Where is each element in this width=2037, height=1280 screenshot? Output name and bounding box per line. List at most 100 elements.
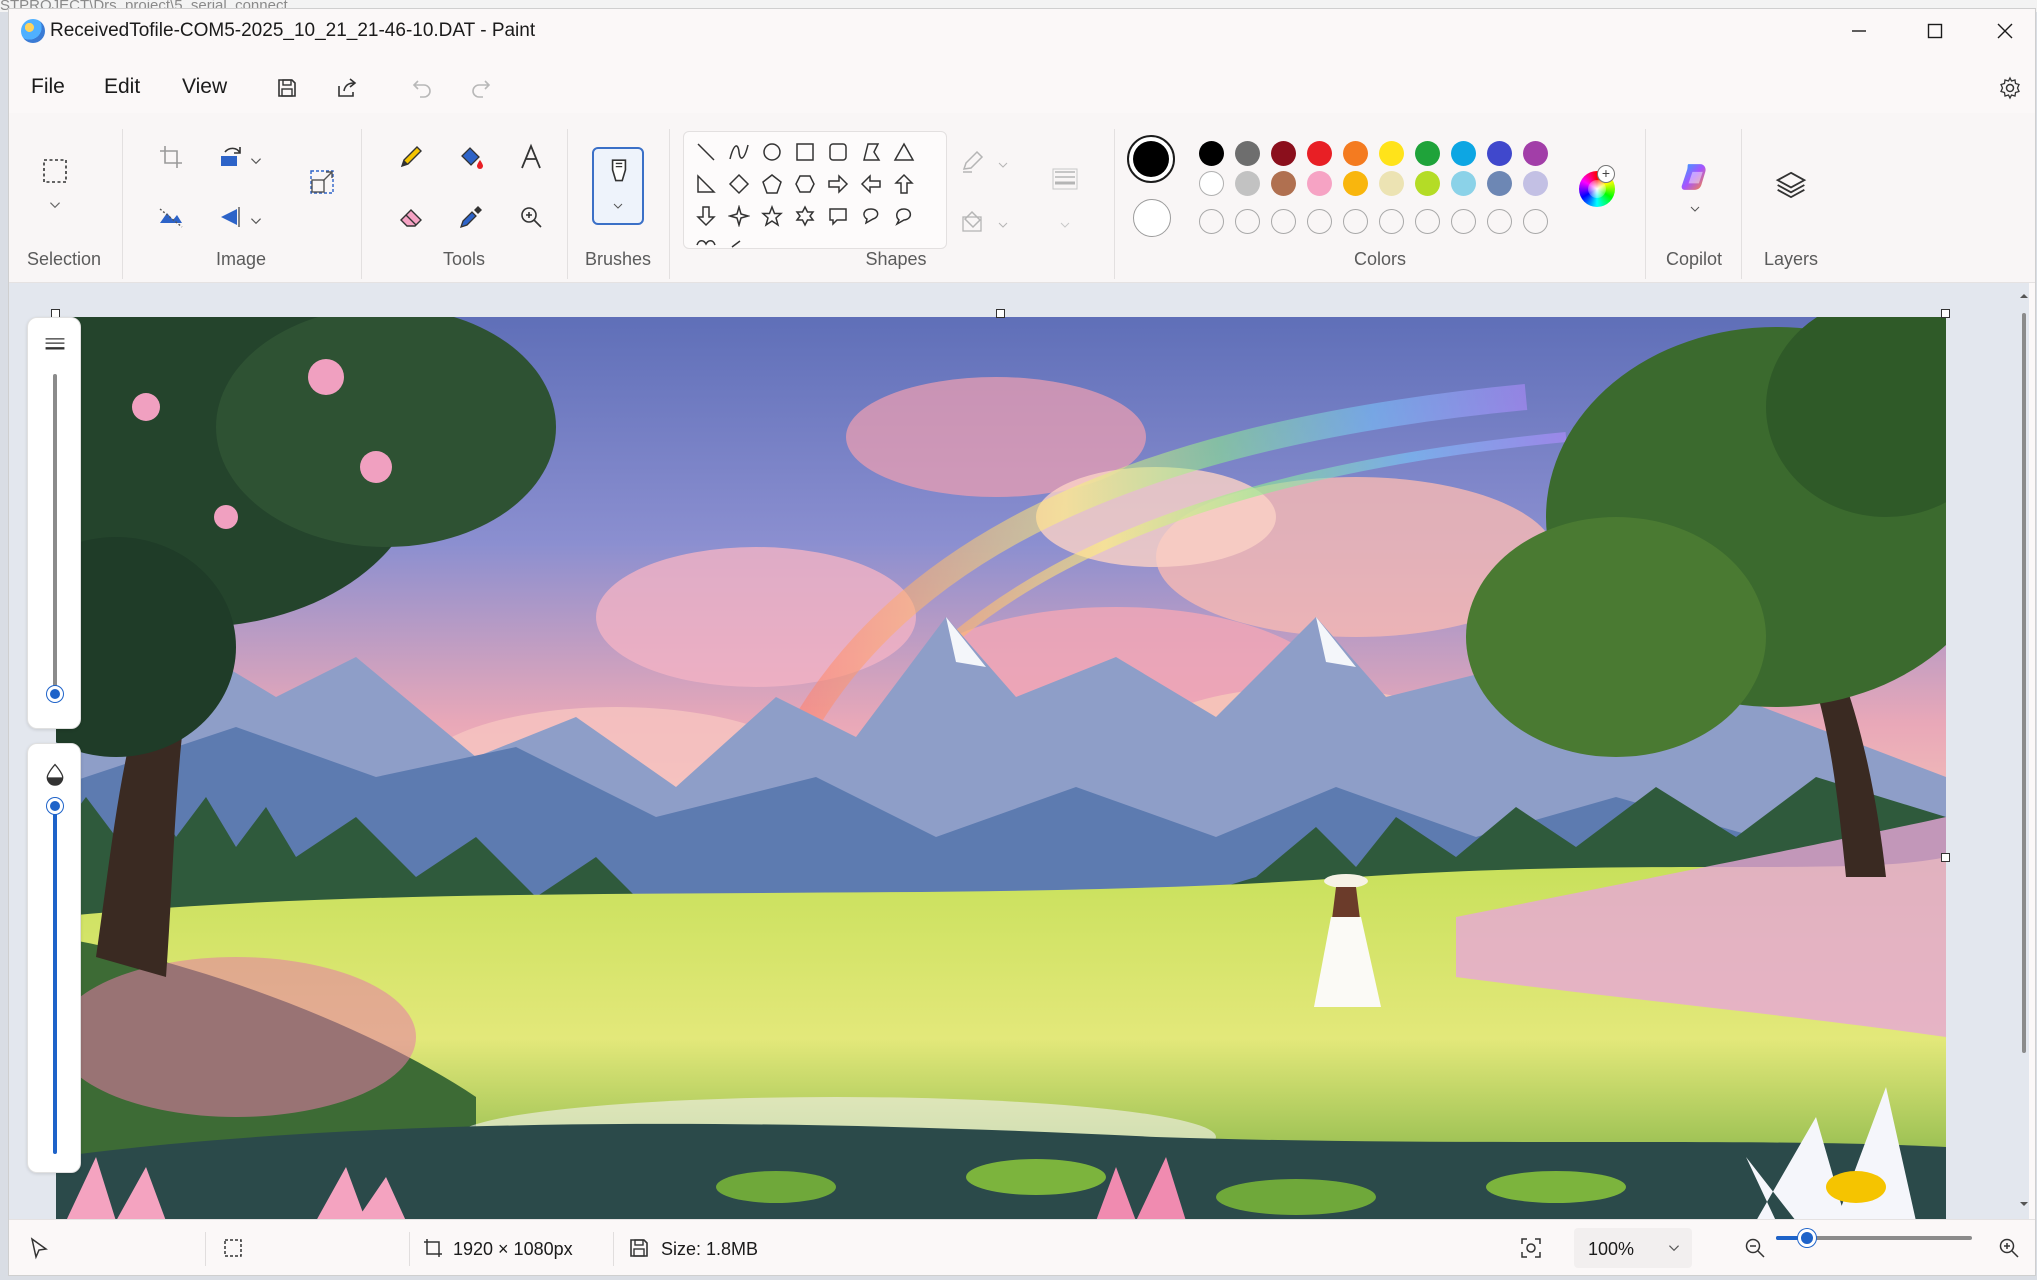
resize-button[interactable] bbox=[299, 159, 345, 205]
shape-oval[interactable] bbox=[758, 138, 786, 166]
palette-row2-swatch-6[interactable] bbox=[1379, 171, 1404, 196]
shape-right-triangle[interactable] bbox=[692, 170, 720, 198]
selection-dropdown[interactable] bbox=[39, 193, 71, 217]
share-button[interactable] bbox=[332, 73, 362, 103]
custom-color-slot-5[interactable] bbox=[1343, 209, 1368, 234]
crop-button[interactable] bbox=[151, 137, 191, 177]
rotate-dropdown[interactable] bbox=[243, 141, 269, 181]
layers-button[interactable] bbox=[1769, 163, 1813, 207]
primary-color-swatch[interactable] bbox=[1127, 135, 1175, 183]
custom-color-slot-6[interactable] bbox=[1379, 209, 1404, 234]
drawing-canvas[interactable] bbox=[56, 317, 1946, 1221]
custom-color-slot-8[interactable] bbox=[1451, 209, 1476, 234]
palette-row2-swatch-9[interactable] bbox=[1487, 171, 1512, 196]
custom-color-slot-4[interactable] bbox=[1307, 209, 1332, 234]
palette-row2-swatch-3[interactable] bbox=[1271, 171, 1296, 196]
shape-right-arrow[interactable] bbox=[824, 170, 852, 198]
shape-lightning[interactable] bbox=[725, 232, 753, 248]
palette-row2-swatch-7[interactable] bbox=[1415, 171, 1440, 196]
shape-oval-callout[interactable] bbox=[857, 202, 885, 230]
copilot-button[interactable] bbox=[1673, 155, 1717, 199]
zoom-level-select[interactable]: 100% bbox=[1574, 1228, 1692, 1268]
palette-row1-swatch-5[interactable] bbox=[1343, 141, 1368, 166]
shape-fill-dropdown[interactable] bbox=[993, 205, 1013, 245]
magnifier-tool[interactable] bbox=[511, 197, 551, 237]
fill-tool[interactable] bbox=[451, 137, 491, 177]
resize-handle-top-right[interactable] bbox=[1941, 309, 1950, 318]
brushes-button[interactable] bbox=[592, 147, 644, 225]
shape-six-point-star[interactable] bbox=[791, 202, 819, 230]
shape-four-point-star[interactable] bbox=[725, 202, 753, 230]
resize-handle-top-center[interactable] bbox=[996, 309, 1005, 318]
remove-background-button[interactable] bbox=[151, 197, 191, 237]
custom-color-slot-1[interactable] bbox=[1199, 209, 1224, 234]
line-size-dropdown[interactable] bbox=[1055, 205, 1075, 245]
palette-row1-swatch-9[interactable] bbox=[1487, 141, 1512, 166]
text-tool[interactable] bbox=[511, 137, 551, 177]
secondary-color-swatch[interactable] bbox=[1133, 199, 1171, 237]
fit-to-window-icon[interactable] bbox=[1519, 1236, 1543, 1260]
line-size-button[interactable] bbox=[1045, 159, 1085, 199]
settings-button[interactable] bbox=[1995, 73, 2025, 103]
palette-row2-swatch-8[interactable] bbox=[1451, 171, 1476, 196]
shape-down-arrow[interactable] bbox=[692, 202, 720, 230]
shape-rectangle[interactable] bbox=[791, 138, 819, 166]
shape-fill-button[interactable] bbox=[957, 201, 991, 241]
shape-cloud-callout[interactable] bbox=[890, 202, 918, 230]
brush-size-thumb[interactable] bbox=[47, 686, 63, 702]
palette-row1-swatch-10[interactable] bbox=[1523, 141, 1548, 166]
palette-row1-swatch-3[interactable] bbox=[1271, 141, 1296, 166]
vertical-scroll-thumb[interactable] bbox=[2022, 313, 2026, 1053]
palette-row1-swatch-1[interactable] bbox=[1199, 141, 1224, 166]
palette-row2-swatch-2[interactable] bbox=[1235, 171, 1260, 196]
eraser-tool[interactable] bbox=[391, 197, 431, 237]
maximize-button[interactable] bbox=[1901, 9, 1969, 53]
custom-color-slot-3[interactable] bbox=[1271, 209, 1296, 234]
flip-dropdown[interactable] bbox=[243, 201, 269, 241]
zoom-in-icon[interactable] bbox=[1997, 1236, 2021, 1260]
opacity-track[interactable] bbox=[53, 804, 57, 1154]
palette-row1-swatch-6[interactable] bbox=[1379, 141, 1404, 166]
shape-polygon[interactable] bbox=[857, 138, 885, 166]
custom-color-slot-7[interactable] bbox=[1415, 209, 1440, 234]
palette-row1-swatch-7[interactable] bbox=[1415, 141, 1440, 166]
shape-triangle[interactable] bbox=[890, 138, 918, 166]
zoom-slider-thumb[interactable] bbox=[1798, 1229, 1816, 1247]
palette-row1-swatch-2[interactable] bbox=[1235, 141, 1260, 166]
save-button[interactable] bbox=[272, 73, 302, 103]
shape-line[interactable] bbox=[692, 138, 720, 166]
shape-rounded-rectangle[interactable] bbox=[824, 138, 852, 166]
shape-outline-button[interactable] bbox=[957, 141, 991, 181]
menu-view[interactable]: View bbox=[182, 75, 227, 99]
custom-color-slot-9[interactable] bbox=[1487, 209, 1512, 234]
shape-five-point-star[interactable] bbox=[758, 202, 786, 230]
shape-heart[interactable] bbox=[692, 232, 720, 248]
palette-row2-swatch-4[interactable] bbox=[1307, 171, 1332, 196]
palette-row2-swatch-10[interactable] bbox=[1523, 171, 1548, 196]
shape-rectangular-callout[interactable] bbox=[824, 202, 852, 230]
copilot-dropdown[interactable] bbox=[1683, 197, 1707, 221]
shape-curve[interactable] bbox=[725, 138, 753, 166]
opacity-thumb[interactable] bbox=[47, 798, 63, 814]
shape-diamond[interactable] bbox=[725, 170, 753, 198]
redo-button[interactable] bbox=[466, 73, 496, 103]
vertical-scrollbar[interactable] bbox=[2019, 283, 2029, 1219]
palette-row1-swatch-4[interactable] bbox=[1307, 141, 1332, 166]
shape-outline-dropdown[interactable] bbox=[993, 145, 1013, 185]
menu-file[interactable]: File bbox=[31, 75, 65, 99]
zoom-out-icon[interactable] bbox=[1743, 1236, 1767, 1260]
shape-left-arrow[interactable] bbox=[857, 170, 885, 198]
shape-hexagon[interactable] bbox=[791, 170, 819, 198]
menu-edit[interactable]: Edit bbox=[104, 75, 140, 99]
custom-color-slot-10[interactable] bbox=[1523, 209, 1548, 234]
brush-size-track[interactable] bbox=[53, 374, 57, 694]
selection-tool[interactable] bbox=[33, 149, 77, 193]
minimize-button[interactable] bbox=[1825, 9, 1893, 53]
shape-up-arrow[interactable] bbox=[890, 170, 918, 198]
palette-row1-swatch-8[interactable] bbox=[1451, 141, 1476, 166]
resize-handle-right-center[interactable] bbox=[1941, 853, 1950, 862]
undo-button[interactable] bbox=[407, 73, 437, 103]
close-button[interactable] bbox=[1971, 9, 2035, 53]
color-picker-tool[interactable] bbox=[451, 197, 491, 237]
pencil-tool[interactable] bbox=[391, 137, 431, 177]
